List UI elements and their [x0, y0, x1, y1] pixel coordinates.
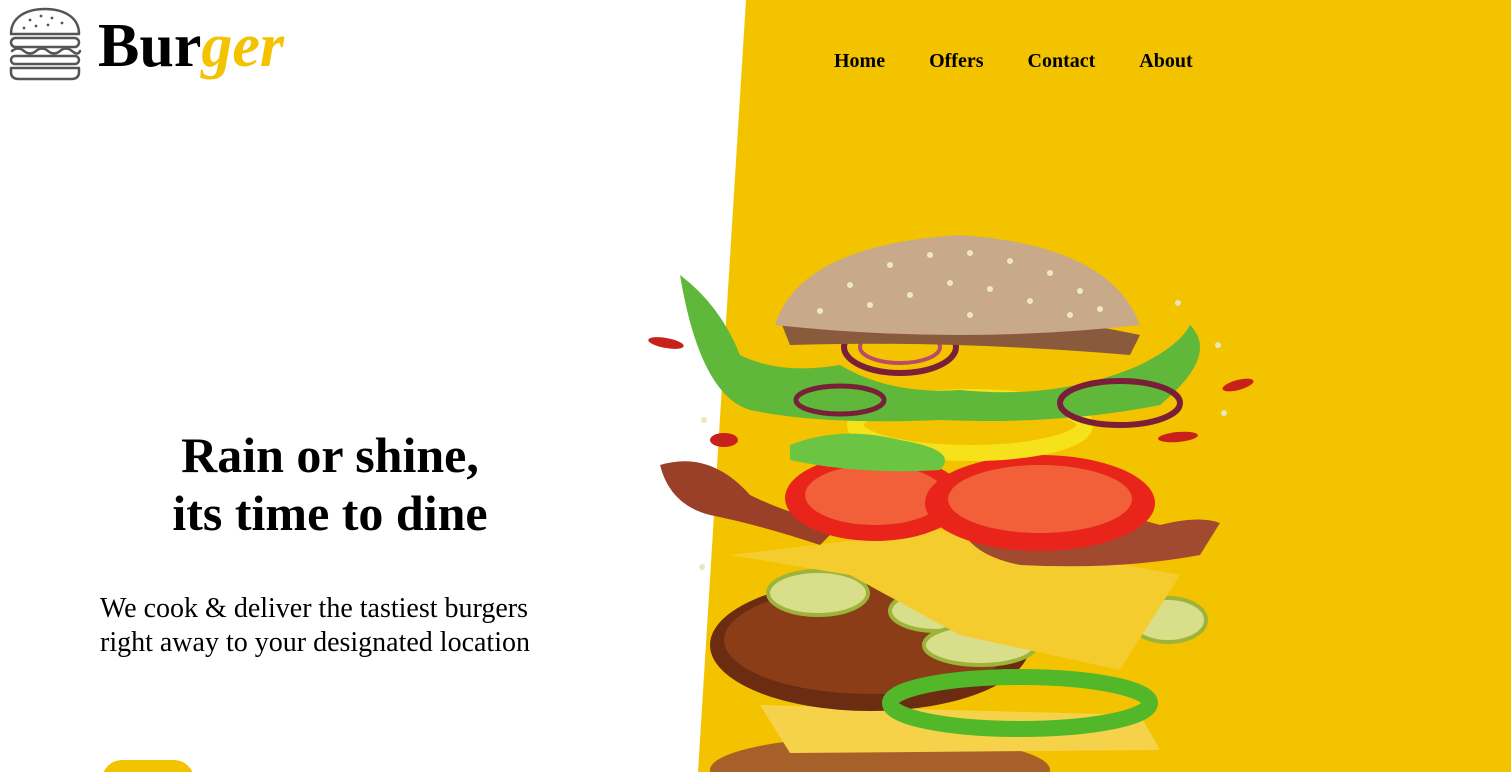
brand-name: Burger — [98, 15, 284, 77]
hero-description-line-2: right away to your designated location — [100, 627, 530, 658]
main-nav: Home Offers Contact About — [834, 50, 1193, 73]
logo[interactable]: Burger — [8, 6, 284, 82]
landing-page: Burger Home Offers Contact About Rain or… — [0, 0, 1511, 772]
nav-offers-link[interactable]: Offers — [929, 50, 983, 73]
hero-description: We cook & deliver the tastiest burgers r… — [100, 592, 600, 660]
nav-about-link[interactable]: About — [1139, 50, 1192, 73]
burger-photo — [648, 235, 1254, 772]
burger-outline-icon — [9, 7, 82, 81]
hero-title: Rain or shine, its time to dine — [80, 426, 580, 542]
nav-contact-link[interactable]: Contact — [1028, 50, 1096, 73]
hero-title-line-2: its time to dine — [172, 485, 488, 541]
hero-description-line-1: We cook & deliver the tastiest burgers — [100, 593, 528, 624]
brand-prefix: Bur — [98, 12, 202, 80]
cta-button[interactable] — [102, 760, 194, 772]
brand-accent: ger — [201, 12, 285, 80]
hero-title-line-1: Rain or shine, — [181, 427, 479, 483]
nav-home-link[interactable]: Home — [834, 50, 885, 73]
